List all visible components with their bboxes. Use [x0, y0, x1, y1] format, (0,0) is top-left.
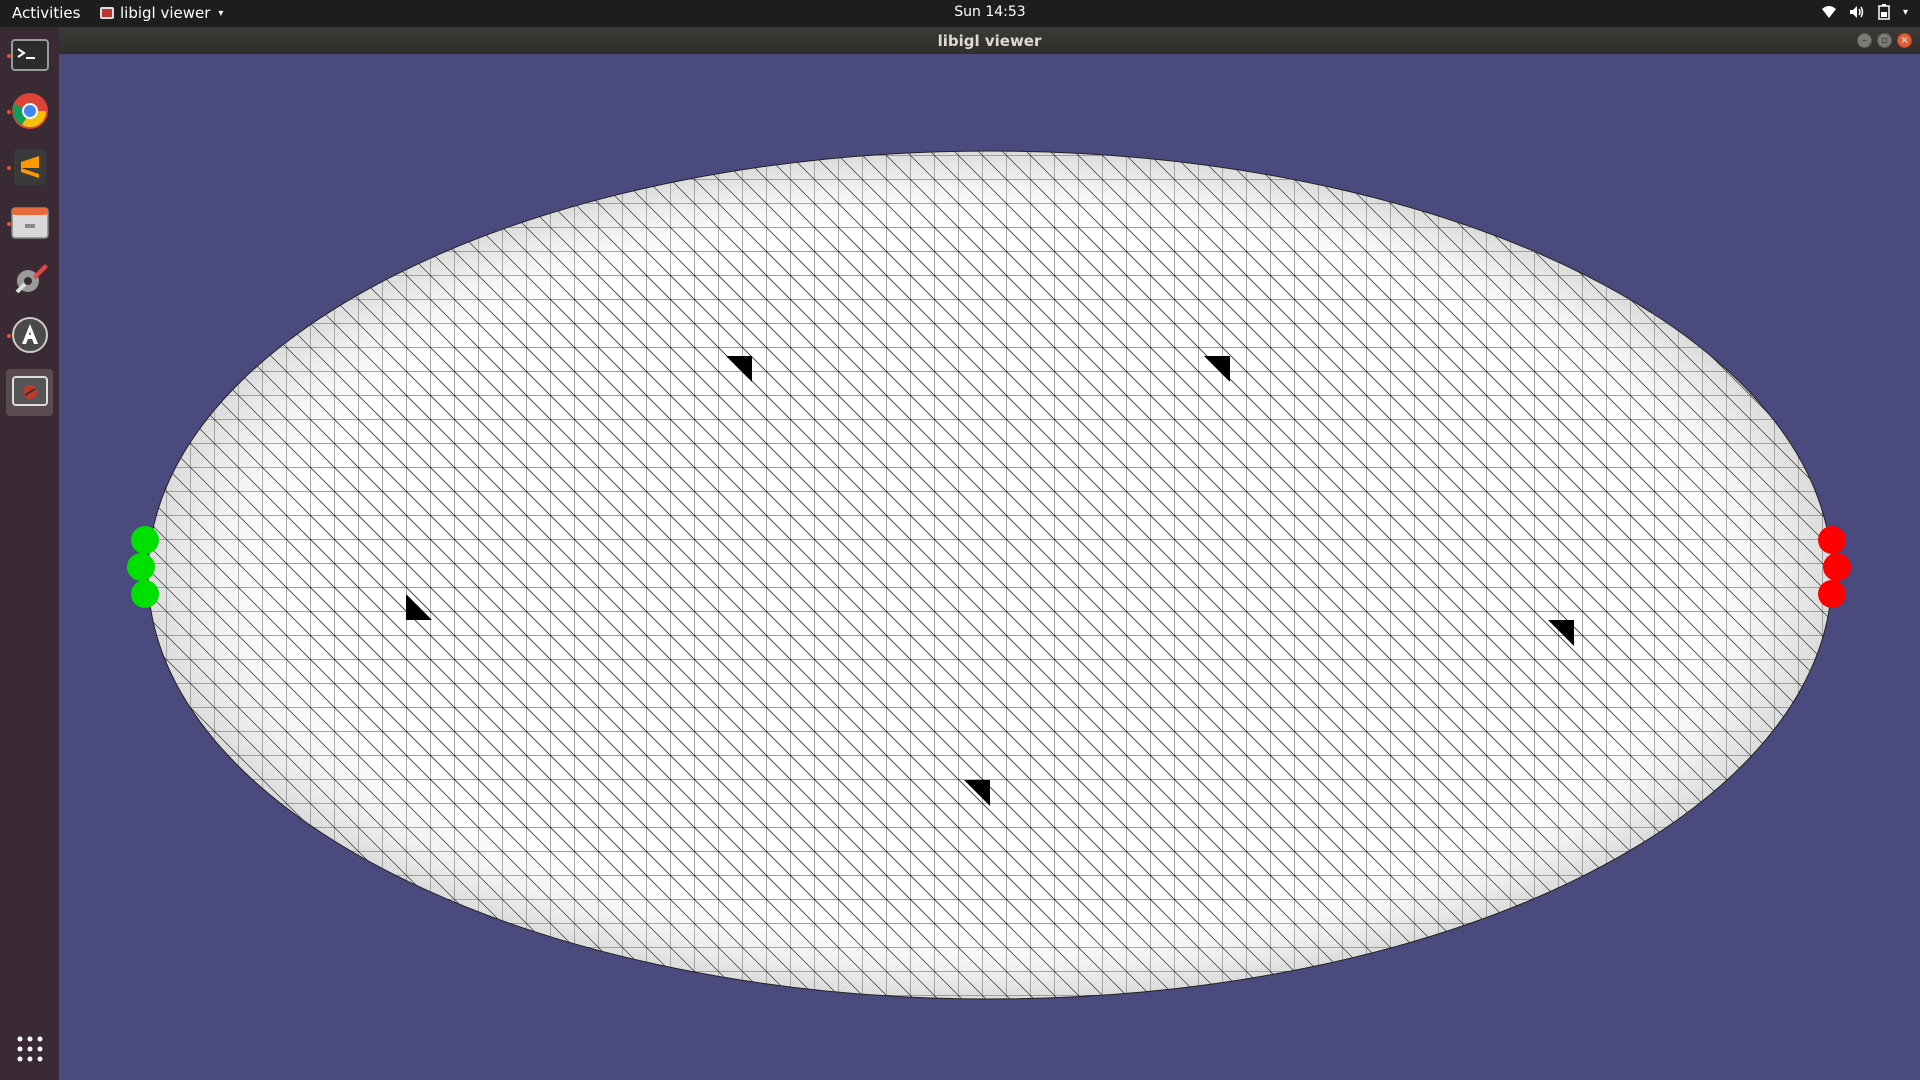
top-bar: Activities libigl viewer ▾ Sun 14:53 ▾ [0, 0, 1920, 27]
window-titlebar[interactable]: libigl viewer – ▫ × [59, 27, 1920, 54]
dock-item-files[interactable] [6, 201, 53, 248]
viewer-icon [11, 375, 48, 410]
constraint-point-red[interactable] [1823, 553, 1851, 581]
dock [0, 27, 59, 1080]
grid-icon [16, 1035, 44, 1067]
dock-item-libigl-viewer[interactable] [6, 369, 53, 416]
running-indicator [7, 166, 11, 170]
wifi-icon [1821, 5, 1837, 19]
clock[interactable]: Sun 14:53 [0, 4, 1920, 20]
dock-item-terminal[interactable] [6, 33, 53, 80]
chevron-down-icon: ▾ [1902, 6, 1908, 18]
volume-icon [1849, 5, 1865, 19]
constraint-point-red[interactable] [1818, 580, 1846, 608]
show-applications-button[interactable] [6, 1027, 53, 1074]
running-indicator [7, 110, 11, 114]
running-indicator [7, 54, 11, 58]
maximize-button[interactable]: ▫ [1877, 33, 1892, 48]
mesh [147, 150, 1833, 1000]
constraint-point-green[interactable] [127, 553, 155, 581]
close-button[interactable]: × [1897, 33, 1912, 48]
window-title: libigl viewer [937, 32, 1042, 50]
constraint-point-green[interactable] [131, 526, 159, 554]
running-indicator [7, 334, 11, 338]
viewer-canvas[interactable] [59, 54, 1920, 1080]
terminal-icon [10, 38, 49, 75]
dock-item-chrome[interactable] [6, 89, 53, 136]
mesh-scene[interactable] [59, 54, 1920, 1080]
minimize-button[interactable]: – [1857, 33, 1872, 48]
dock-item-system-settings[interactable] [6, 257, 53, 304]
dock-item-sublime-text[interactable] [6, 145, 53, 192]
dock-item-software-updater[interactable] [6, 313, 53, 360]
system-tray[interactable]: ▾ [1821, 4, 1908, 20]
constraint-point-red[interactable] [1818, 526, 1846, 554]
constraint-point-green[interactable] [131, 580, 159, 608]
files-icon [10, 206, 49, 244]
fixed-constraints [127, 526, 159, 608]
running-indicator [7, 222, 11, 226]
updater-icon [11, 316, 49, 358]
sublime-icon [13, 148, 47, 190]
window-controls: – ▫ × [1857, 33, 1912, 48]
mesh-boundary-shading [148, 151, 1832, 999]
battery-icon [1877, 4, 1891, 20]
settings-icon [11, 260, 49, 302]
chrome-icon [11, 92, 49, 134]
